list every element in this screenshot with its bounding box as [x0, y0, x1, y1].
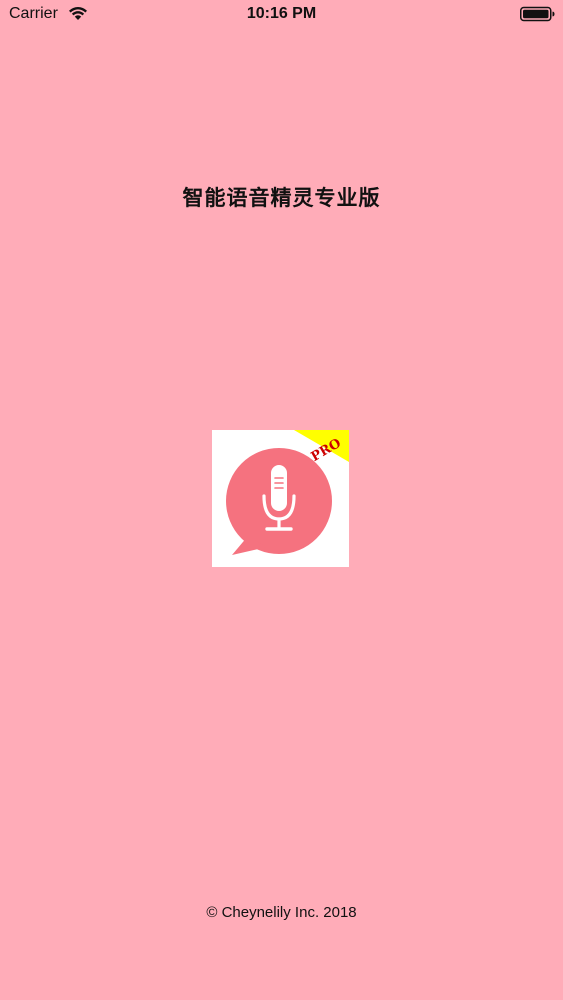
- app-icon: PRO: [212, 430, 349, 567]
- app-title: 智能语音精灵专业版: [182, 186, 381, 210]
- battery-icon: [520, 6, 555, 22]
- status-time: 10:16 PM: [246, 5, 317, 22]
- launch-screen: Carrier 10:16 PM 智能语音精灵专业版 PRO © Cheynel…: [0, 0, 563, 1000]
- status-bar: Carrier 10:16 PM: [0, 0, 563, 30]
- copyright-text: © Cheynelily Inc. 2018: [206, 904, 357, 921]
